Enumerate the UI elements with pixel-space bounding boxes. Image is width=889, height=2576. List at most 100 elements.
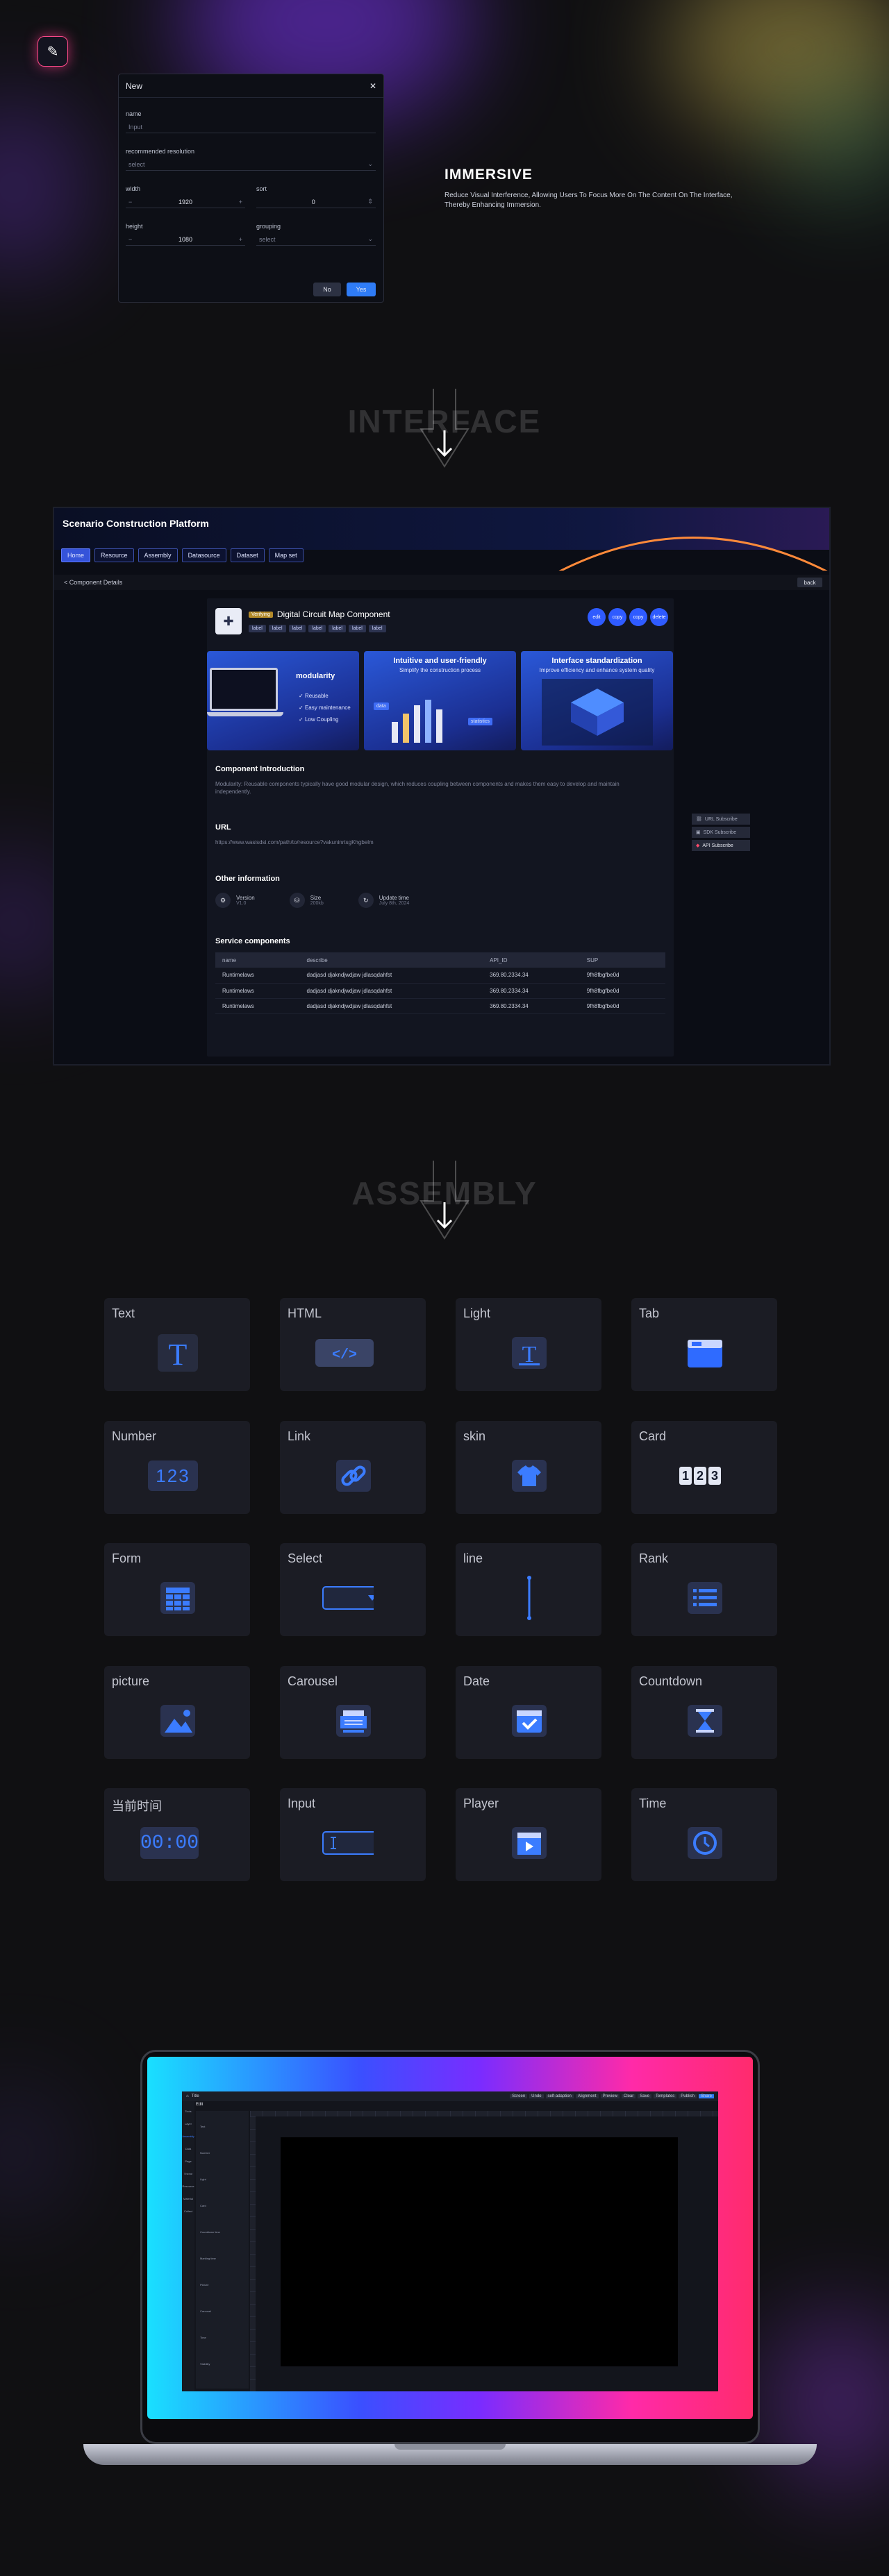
sidebar-item-material[interactable]: Material [182, 2193, 194, 2205]
nav-resource[interactable]: Resource [94, 548, 134, 562]
toolbar-publish[interactable]: Publish [679, 2094, 697, 2098]
close-icon[interactable]: ✕ [369, 81, 376, 91]
toolbar-self-adaption[interactable]: self-adaption [545, 2094, 574, 2098]
sidebar-item-theme[interactable]: Theme [182, 2168, 194, 2180]
sidebar-item-resource[interactable]: Resource [182, 2180, 194, 2193]
minus-icon[interactable]: − [128, 236, 132, 243]
url-subscribe-button[interactable]: ⛓ URL Subscribe [692, 814, 750, 825]
resolution-placeholder: select [128, 160, 145, 168]
toolbar-save[interactable]: Save [638, 2094, 651, 2098]
assembly-card-link[interactable]: Link [280, 1421, 426, 1514]
toolbar-undo[interactable]: Undo [529, 2094, 544, 2098]
card-label: Rank [639, 1551, 669, 1565]
assembly-card-select[interactable]: Select [280, 1543, 426, 1636]
table-row[interactable]: Runtimelaws dadjasd djakndjwdjaw jdlasqda… [215, 968, 665, 984]
nav-assembly[interactable]: Assembly [138, 548, 178, 562]
width-stepper[interactable]: − 1920 + [126, 196, 245, 208]
plus-icon[interactable]: + [239, 236, 242, 243]
table-row[interactable]: Runtimelaws dadjasd djakndjwdjaw jdlasqda… [215, 998, 665, 1014]
name-label: name [126, 110, 142, 117]
editor-toolbar: Screen Undo self-adaption Alignment Prev… [510, 2094, 718, 2098]
editor-canvas[interactable] [281, 2137, 678, 2366]
assembly-card-text[interactable]: Text T [104, 1298, 250, 1391]
assembly-card-time[interactable]: Time [631, 1788, 777, 1881]
sidebar-item-assembly[interactable]: Assembly [182, 2130, 194, 2143]
url-text[interactable]: https://www.wasisdsi.com/path/to/resourc… [215, 839, 374, 846]
assembly-card-rank[interactable]: Rank [631, 1543, 777, 1636]
resolution-select[interactable]: select ⌄ [126, 158, 376, 171]
assembly-card-number[interactable]: Number 123 [104, 1421, 250, 1514]
back-button[interactable]: back [797, 578, 822, 587]
sort-stepper[interactable]: 0 ⇕ [256, 196, 376, 208]
sdk-subscribe-button[interactable]: ▣ SDK Subscribe [692, 827, 750, 838]
panel-section[interactable]: Card [200, 2193, 244, 2219]
assembly-card-countdown[interactable]: Countdown [631, 1666, 777, 1759]
service-table: name describe API_ID SUP Runtimelaws dadj… [215, 952, 665, 1014]
assembly-card-html[interactable]: HTML </> [280, 1298, 426, 1391]
assembly-card-card[interactable]: Card 1 2 3 [631, 1421, 777, 1514]
yes-button[interactable]: Yes [347, 283, 376, 296]
assembly-card-current-time[interactable]: 当前时间 00:00 [104, 1788, 250, 1881]
sidebar-item-page[interactable]: Page [182, 2155, 194, 2168]
delete-button[interactable]: delete [650, 608, 668, 626]
toolbar-templates[interactable]: Templates [653, 2094, 677, 2098]
card-label: picture [112, 1674, 150, 1688]
panel-section[interactable]: Number [200, 2140, 244, 2166]
panel-section[interactable]: Carousel [200, 2298, 244, 2325]
assembly-card-light[interactable]: Light T [456, 1298, 601, 1391]
spinner-arrows-icon[interactable]: ⇕ [367, 198, 373, 205]
panel-section[interactable]: Picture [200, 2272, 244, 2298]
panel-section[interactable]: Light [200, 2166, 244, 2193]
plus-icon[interactable]: + [239, 199, 242, 205]
nav-datasource[interactable]: Datasource [181, 548, 226, 562]
toolbar-preview[interactable]: Preview [600, 2094, 620, 2098]
nav-dataset[interactable]: Dataset [230, 548, 265, 562]
assembly-card-line[interactable]: line [456, 1543, 601, 1636]
panel-section[interactable]: Marking time [200, 2246, 244, 2272]
height-stepper[interactable]: − 1080 + [126, 233, 245, 246]
assembly-card-carousel[interactable]: Carousel [280, 1666, 426, 1759]
no-button[interactable]: No [313, 283, 341, 296]
nav-home[interactable]: Home [61, 548, 91, 562]
sidebar-item-layer[interactable]: Layer [182, 2118, 194, 2130]
home-icon[interactable]: ⌂ [186, 2094, 189, 2098]
text-icon: T [158, 1334, 198, 1372]
clock-digits-icon: 00:00 [140, 1824, 199, 1862]
panel-section[interactable]: Text [200, 2114, 244, 2140]
statistics-chip: statistics [468, 718, 492, 725]
input-icon [322, 1824, 374, 1862]
sidebar-item-data[interactable]: Data [182, 2143, 194, 2155]
nav-map-set[interactable]: Map set [268, 548, 304, 562]
copy-button[interactable]: copy [608, 608, 626, 626]
name-field: name Input [126, 110, 376, 133]
toolbar-alignment[interactable]: Alignment [575, 2094, 599, 2098]
sidebar-item-tools[interactable]: Tools [182, 2105, 194, 2118]
toolbar-screen[interactable]: Screen [510, 2094, 528, 2098]
assembly-card-picture[interactable]: picture [104, 1666, 250, 1759]
laptop-illustration [210, 668, 278, 711]
api-icon: ◆ [696, 843, 700, 848]
toolbar-clear[interactable]: Clear [621, 2094, 636, 2098]
minus-icon[interactable]: − [128, 199, 132, 205]
assembly-card-tab[interactable]: Tab [631, 1298, 777, 1391]
breadcrumb[interactable]: < Component Details [54, 575, 829, 590]
assembly-card-input[interactable]: Input [280, 1788, 426, 1881]
toolbar-share[interactable]: Share [698, 2094, 714, 2098]
assembly-card-player[interactable]: Player [456, 1788, 601, 1881]
assembly-card-skin[interactable]: skin [456, 1421, 601, 1514]
assembly-card-form[interactable]: Form [104, 1543, 250, 1636]
table-row[interactable]: Runtimelaws dadjasd djakndjwdjaw jdlasqda… [215, 983, 665, 999]
assembly-card-date[interactable]: Date [456, 1666, 601, 1759]
grouping-select[interactable]: select ⌄ [256, 233, 376, 246]
card-label: line [463, 1551, 483, 1565]
editor-tab[interactable]: Edit [196, 2103, 203, 2107]
panel-section[interactable]: Visibility [200, 2351, 244, 2377]
api-subscribe-button[interactable]: ◆ API Subscribe [692, 840, 750, 851]
panel-section[interactable]: Countdown time [200, 2219, 244, 2246]
sidebar-item-collect[interactable]: Collect [182, 2205, 194, 2218]
name-input[interactable]: Input [126, 121, 376, 133]
copy-button-2[interactable]: copy [629, 608, 647, 626]
down-arrow-icon [0, 1161, 889, 1244]
panel-section[interactable]: Time [200, 2325, 244, 2351]
edit-button[interactable]: edit [588, 608, 606, 626]
